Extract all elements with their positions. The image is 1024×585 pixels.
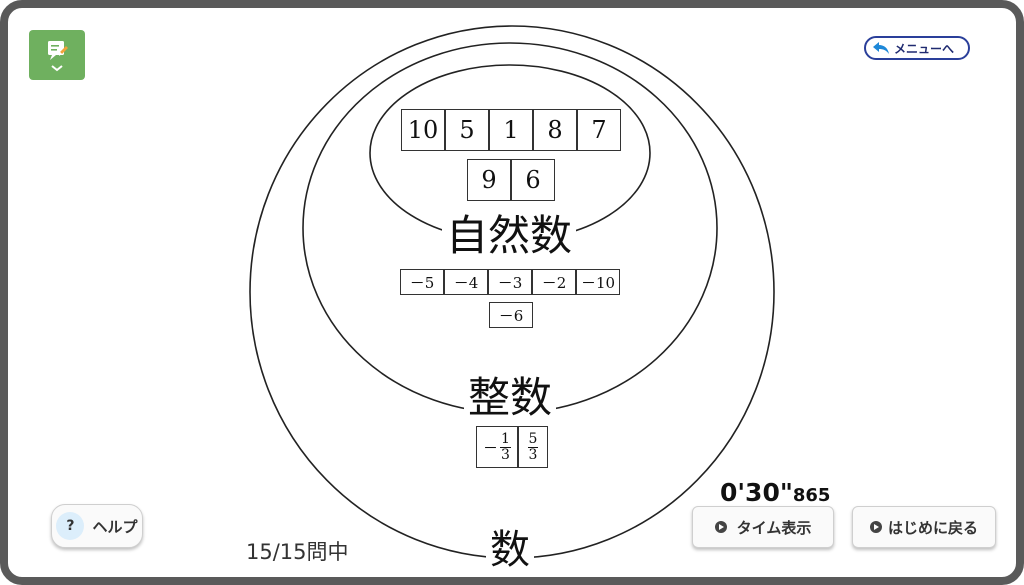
app-frame: メニューへ 10 5 1 8 7 9 6 自然数 －5 －4 －3 －2 －10… <box>0 0 1024 585</box>
fraction-card[interactable]: － 1 3 <box>476 426 518 468</box>
number-card[interactable]: 5 <box>445 109 489 151</box>
number-card[interactable]: －2 <box>532 269 576 295</box>
time-display-label: タイム表示 <box>736 518 812 537</box>
number-card[interactable]: 9 <box>467 159 511 201</box>
time-display-button[interactable]: タイム表示 <box>692 506 834 548</box>
timer-main: 0'30" <box>720 478 793 507</box>
fraction-numerator: 5 <box>527 430 539 448</box>
number-card[interactable]: 10 <box>401 109 445 151</box>
play-icon <box>714 521 727 533</box>
fraction-sign: － <box>483 438 499 457</box>
fraction-card[interactable]: 5 3 <box>518 426 548 468</box>
integer-row-1: －5 －4 －3 －2 －10 <box>400 269 620 295</box>
number-card[interactable]: －4 <box>444 269 488 295</box>
number-card[interactable]: 1 <box>489 109 533 151</box>
fraction: 5 3 <box>527 430 539 463</box>
number-set-label: 数 <box>486 530 534 570</box>
natural-set-label: 自然数 <box>442 215 577 257</box>
help-button[interactable]: ? ヘルプ <box>51 504 143 548</box>
integer-row-2: －6 <box>489 302 533 328</box>
elapsed-timer: 0'30"865 <box>720 478 830 507</box>
natural-row-2: 9 6 <box>467 159 555 201</box>
number-card[interactable]: －10 <box>576 269 620 295</box>
number-card[interactable]: 6 <box>511 159 555 201</box>
number-card[interactable]: 8 <box>533 109 577 151</box>
restart-button[interactable]: はじめに戻る <box>852 506 996 548</box>
number-card[interactable]: －5 <box>400 269 444 295</box>
fraction-denominator: 3 <box>528 446 538 463</box>
timer-ms: 865 <box>792 485 831 506</box>
help-label: ヘルプ <box>92 517 138 536</box>
number-card[interactable]: －3 <box>488 269 532 295</box>
fraction-row: － 1 3 5 3 <box>476 426 548 468</box>
play-icon <box>869 521 882 533</box>
fraction: 1 3 <box>500 430 511 463</box>
fraction-numerator: 1 <box>500 430 511 448</box>
natural-row-1: 10 5 1 8 7 <box>401 109 621 151</box>
number-card[interactable]: 7 <box>577 109 621 151</box>
integer-set-label: 整数 <box>464 377 557 419</box>
fraction-denominator: 3 <box>501 446 510 463</box>
restart-label: はじめに戻る <box>887 518 978 537</box>
question-icon: ? <box>56 512 85 540</box>
number-card[interactable]: －6 <box>489 302 533 328</box>
question-progress: 15/15問中 <box>246 540 349 564</box>
